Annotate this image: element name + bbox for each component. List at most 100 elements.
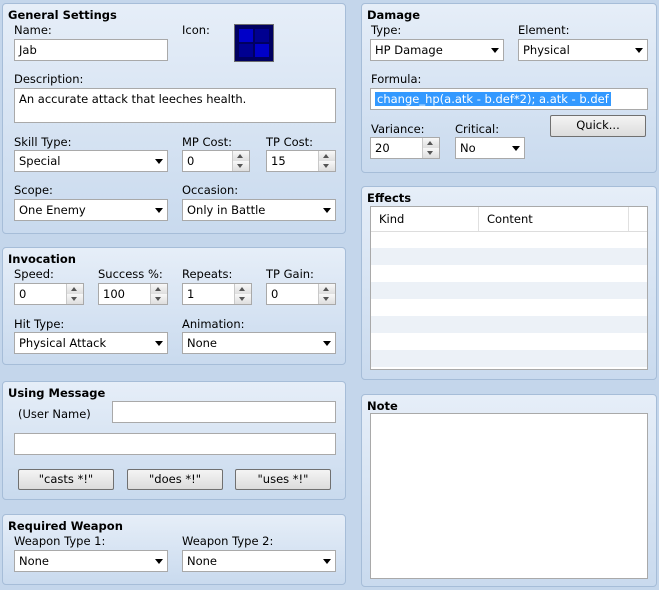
arrow-down-icon: [323, 297, 329, 301]
general-settings-title: General Settings: [8, 8, 117, 22]
effects-table[interactable]: Kind Content: [370, 206, 648, 370]
speed-stepper[interactable]: 0: [14, 283, 84, 305]
arrow-up-icon: [323, 287, 329, 291]
spin-down-button[interactable]: [423, 148, 439, 158]
repeats-value: 1: [187, 287, 195, 301]
table-row[interactable]: [371, 282, 647, 299]
success-value: 100: [103, 287, 125, 301]
casts-button[interactable]: "casts *!": [18, 469, 114, 490]
speed-value: 0: [19, 287, 27, 301]
spin-down-button[interactable]: [67, 294, 83, 304]
chevron-down-icon: [323, 208, 331, 213]
effects-title: Effects: [367, 191, 412, 205]
skill-icon: [239, 29, 269, 57]
chevron-down-icon: [155, 208, 163, 213]
hit-type-value: Physical Attack: [19, 336, 107, 350]
spin-down-button[interactable]: [319, 294, 335, 304]
formula-input[interactable]: change_hp(a.atk - b.def*2); a.atk - b.de…: [370, 88, 648, 110]
spin-down-button[interactable]: [151, 294, 167, 304]
name-value: Jab: [19, 43, 37, 57]
variance-label: Variance:: [371, 122, 425, 136]
table-row[interactable]: [371, 248, 647, 265]
column-header-content[interactable]: Content: [479, 207, 629, 231]
occasion-label: Occasion:: [182, 183, 239, 197]
chevron-down-icon: [323, 559, 331, 564]
success-label: Success %:: [98, 267, 163, 281]
message-line1-input[interactable]: [112, 401, 336, 423]
arrow-down-icon: [71, 297, 77, 301]
weapon-type2-select[interactable]: None: [182, 550, 336, 572]
name-label: Name:: [14, 23, 52, 37]
table-row[interactable]: [371, 265, 647, 282]
description-input[interactable]: An accurate attack that leeches health.: [14, 88, 336, 123]
variance-stepper[interactable]: 20: [370, 137, 440, 159]
tp-cost-stepper[interactable]: 15: [266, 150, 336, 172]
critical-value: No: [460, 141, 476, 155]
skill-type-select[interactable]: Special: [14, 150, 168, 172]
chevron-down-icon: [155, 559, 163, 564]
message-line2-input[interactable]: [14, 433, 336, 455]
chevron-down-icon: [155, 341, 163, 346]
uses-button[interactable]: "uses *!": [235, 469, 331, 490]
element-select[interactable]: Physical: [518, 39, 648, 61]
arrow-up-icon: [323, 154, 329, 158]
success-stepper[interactable]: 100: [98, 283, 168, 305]
invocation-title: Invocation: [8, 252, 76, 266]
scope-value: One Enemy: [19, 203, 86, 217]
spin-down-button[interactable]: [233, 161, 249, 171]
arrow-up-icon: [237, 154, 243, 158]
chevron-down-icon: [155, 159, 163, 164]
spin-down-button[interactable]: [235, 294, 251, 304]
weapon-type1-select[interactable]: None: [14, 550, 168, 572]
column-header-kind[interactable]: Kind: [371, 207, 479, 231]
arrow-up-icon: [155, 287, 161, 291]
critical-select[interactable]: No: [455, 137, 525, 159]
quick-button[interactable]: Quick...: [550, 115, 646, 137]
element-label: Element:: [518, 23, 570, 37]
hit-type-label: Hit Type:: [14, 317, 65, 331]
element-value: Physical: [523, 43, 570, 57]
animation-select[interactable]: None: [182, 332, 336, 354]
damage-type-label: Type:: [371, 23, 402, 37]
formula-label: Formula:: [371, 72, 422, 86]
name-input[interactable]: Jab: [14, 39, 168, 61]
arrow-up-icon: [239, 287, 245, 291]
chevron-down-icon: [635, 48, 643, 53]
arrow-down-icon: [155, 297, 161, 301]
weapon-type1-label: Weapon Type 1:: [14, 534, 106, 548]
chevron-down-icon: [491, 48, 499, 53]
skill-type-value: Special: [19, 154, 61, 168]
tp-gain-label: TP Gain:: [266, 267, 314, 281]
arrow-up-icon: [71, 287, 77, 291]
tp-gain-stepper[interactable]: 0: [266, 283, 336, 305]
required-weapon-title: Required Weapon: [8, 519, 123, 533]
skill-icon-picker[interactable]: [234, 24, 274, 62]
scope-select[interactable]: One Enemy: [14, 199, 168, 221]
hit-type-select[interactable]: Physical Attack: [14, 332, 168, 354]
mp-cost-value: 0: [187, 154, 195, 168]
damage-type-value: HP Damage: [375, 43, 443, 57]
tp-cost-value: 15: [271, 154, 286, 168]
user-name-label: (User Name): [18, 407, 91, 421]
spin-down-button[interactable]: [319, 161, 335, 171]
mp-cost-stepper[interactable]: 0: [182, 150, 250, 172]
animation-label: Animation:: [182, 317, 245, 331]
scope-label: Scope:: [14, 183, 53, 197]
animation-value: None: [187, 336, 218, 350]
table-row[interactable]: [371, 299, 647, 316]
table-row[interactable]: [371, 333, 647, 350]
arrow-down-icon: [427, 151, 433, 155]
chevron-down-icon: [512, 146, 520, 151]
note-textarea[interactable]: [370, 413, 648, 579]
mp-cost-label: MP Cost:: [182, 135, 232, 149]
damage-type-select[interactable]: HP Damage: [370, 39, 504, 61]
chevron-down-icon: [323, 341, 331, 346]
arrow-down-icon: [239, 297, 245, 301]
repeats-label: Repeats:: [182, 267, 233, 281]
occasion-select[interactable]: Only in Battle: [182, 199, 336, 221]
does-button[interactable]: "does *!": [127, 469, 223, 490]
repeats-stepper[interactable]: 1: [182, 283, 252, 305]
speed-label: Speed:: [14, 267, 54, 281]
table-row[interactable]: [371, 316, 647, 333]
table-row[interactable]: [371, 350, 647, 367]
